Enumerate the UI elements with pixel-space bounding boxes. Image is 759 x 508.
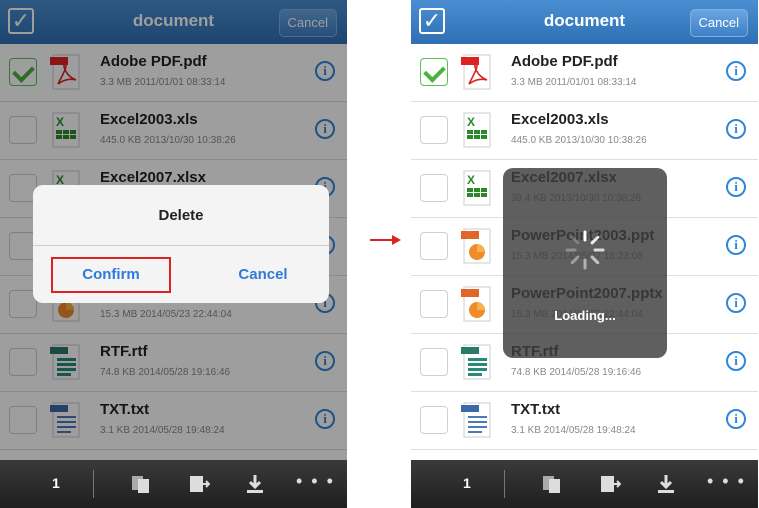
file-select-checkbox[interactable]: [420, 58, 448, 86]
bottom-toolbar: 1 • • •: [411, 460, 758, 508]
file-select-checkbox[interactable]: [420, 348, 448, 376]
svg-text:X: X: [467, 173, 475, 187]
loading-overlay: Loading...: [503, 168, 667, 358]
selected-count: 1: [52, 475, 60, 491]
rtf-file-icon: [461, 344, 495, 380]
move-icon[interactable]: [188, 474, 210, 494]
svg-text:X: X: [467, 115, 475, 129]
transition-arrow-icon: [370, 235, 401, 245]
info-icon[interactable]: i: [726, 235, 746, 255]
txt-file-icon: [461, 402, 495, 438]
dialog-divider: [33, 245, 329, 246]
file-list-item[interactable]: Adobe PDF.pdf 3.3 MB 2011/01/01 08:33:14 i: [411, 44, 758, 102]
more-icon[interactable]: • • •: [296, 471, 335, 492]
toolbar-divider: [504, 470, 505, 498]
info-icon[interactable]: i: [726, 351, 746, 371]
file-name: Excel2003.xls: [511, 111, 609, 128]
file-meta: 445.0 KB 2013/10/30 10:38:26: [511, 135, 647, 146]
file-meta: 3.1 KB 2014/05/28 19:48:24: [511, 425, 636, 436]
file-select-checkbox[interactable]: [420, 116, 448, 144]
left-screen-delete-dialog: ✓ document Cancel Adobe PDF.pdf 3.3 MB 20…: [0, 0, 347, 508]
powerpoint-file-icon: [461, 228, 495, 264]
loading-text: Loading...: [554, 308, 616, 323]
file-list-item[interactable]: TXT.txt 3.1 KB 2014/05/28 19:48:24 i: [411, 392, 758, 450]
file-list-item[interactable]: X Excel2003.xls 445.0 KB 2013/10/30 10:38:…: [411, 102, 758, 160]
file-meta: 74.8 KB 2014/05/28 19:16:46: [511, 367, 642, 378]
more-icon[interactable]: • • •: [707, 471, 746, 492]
info-icon[interactable]: i: [726, 177, 746, 197]
dialog-title: Delete: [158, 207, 204, 224]
spinner-icon: [565, 230, 605, 270]
bottom-toolbar: 1 • • •: [0, 460, 347, 508]
dialog-cancel-button[interactable]: Cancel: [213, 257, 313, 293]
toolbar-divider: [93, 470, 94, 498]
info-icon[interactable]: i: [726, 61, 746, 81]
excel-file-icon: X: [461, 112, 495, 148]
right-screen-loading: ✓ document Cancel Adobe PDF.pdf 3.3 MB 20…: [411, 0, 758, 508]
file-select-checkbox[interactable]: [420, 406, 448, 434]
file-name: Adobe PDF.pdf: [511, 53, 618, 70]
pdf-file-icon: [461, 54, 495, 90]
file-name: TXT.txt: [511, 401, 561, 418]
move-icon[interactable]: [599, 474, 621, 494]
info-icon[interactable]: i: [726, 293, 746, 313]
file-select-checkbox[interactable]: [420, 174, 448, 202]
download-icon[interactable]: [655, 474, 677, 494]
powerpoint-file-icon: [461, 286, 495, 322]
copy-icon[interactable]: [541, 474, 563, 494]
cancel-button[interactable]: Cancel: [689, 9, 748, 37]
confirm-button[interactable]: Confirm: [51, 257, 171, 293]
top-navigation-bar: ✓ document Cancel: [411, 0, 758, 44]
download-icon[interactable]: [244, 474, 266, 494]
info-icon[interactable]: i: [726, 119, 746, 139]
excel-file-icon: X: [461, 170, 495, 206]
delete-dialog: Delete Confirm Cancel: [33, 185, 329, 303]
selected-count: 1: [463, 475, 471, 491]
file-select-checkbox[interactable]: [420, 232, 448, 260]
copy-icon[interactable]: [130, 474, 152, 494]
file-meta: 3.3 MB 2011/01/01 08:33:14: [511, 77, 637, 88]
info-icon[interactable]: i: [726, 409, 746, 429]
file-select-checkbox[interactable]: [420, 290, 448, 318]
